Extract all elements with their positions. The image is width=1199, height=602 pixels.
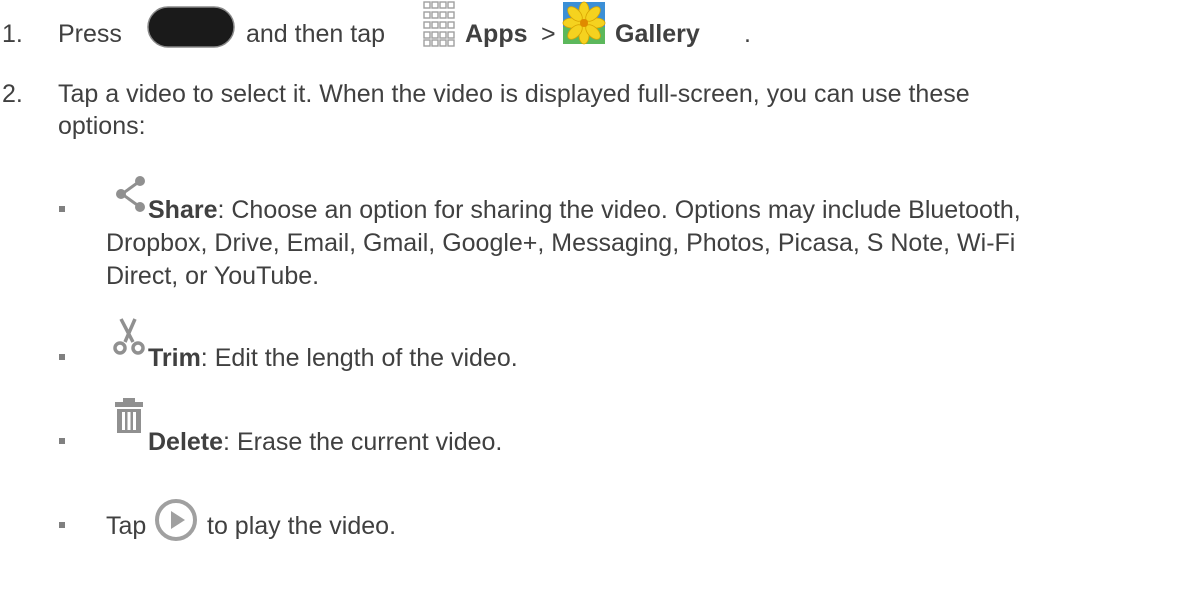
trim-label: Trim [148,344,201,372]
share-desc-line3: Direct, or YouTube. [106,262,320,290]
scissors-icon [113,318,145,355]
play-tap: Tap [106,512,147,540]
share-desc-line2: Dropbox, Drive, Email, Gmail, Google+, M… [106,229,1016,257]
step-number: 1. [2,20,23,48]
share-icon [116,176,145,212]
step-number: 2. [2,80,23,108]
bullet [59,522,65,528]
step1-period: . [744,20,751,48]
trim-line: Trim: Edit the length of the video. [148,344,518,373]
bullet [59,438,65,444]
delete-line: Delete: Erase the current video. [148,428,502,457]
apps-grid-icon [423,1,455,47]
apps-label: Apps [465,20,528,48]
delete-desc: : Erase the current video. [223,428,503,456]
trash-icon [115,398,143,433]
share-label: Share [148,196,218,224]
share-line1: Share: Choose an option for sharing the … [148,196,1021,225]
play-desc: to play the video. [207,512,397,540]
step2-text-line2: options: [58,112,146,140]
bullet [59,354,65,360]
share-desc-line1: : Choose an option for sharing the video… [217,196,1021,224]
home-button-icon [147,6,235,48]
trim-desc: : Edit the length of the video. [200,344,518,372]
step2-text-line1: Tap a video to select it. When the video… [58,80,970,108]
gallery-icon [562,1,606,45]
play-icon [155,499,197,541]
bullet [59,206,65,212]
step-text-then-tap: and then tap [246,20,386,48]
separator: > [541,20,556,48]
gallery-label: Gallery [615,20,700,48]
delete-label: Delete [148,428,224,456]
step-text-press: Press [58,20,122,48]
